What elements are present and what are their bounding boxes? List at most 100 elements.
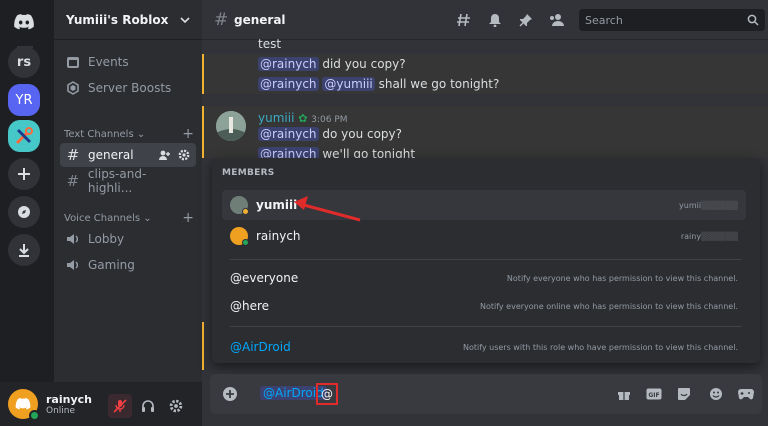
user-mention[interactable]: @rainych <box>258 127 319 141</box>
boost-icon <box>67 81 79 95</box>
user-names[interactable]: rainych Online <box>46 393 92 416</box>
text-channels-category[interactable]: Text Channels ⌄ + <box>64 126 194 142</box>
add-channel-icon[interactable]: + <box>182 126 194 142</box>
sidebar-item-events[interactable]: Events <box>60 50 196 74</box>
gif-icon: GIF <box>646 388 662 400</box>
user-settings-button[interactable] <box>164 394 188 418</box>
gift-icon <box>618 392 630 400</box>
pins-button[interactable] <box>518 12 534 28</box>
member-name: rainych <box>256 229 301 243</box>
member-tag-text: rainy <box>680 231 702 241</box>
avatar <box>230 227 249 246</box>
server-yr[interactable]: YR <box>8 84 40 116</box>
avatar-image <box>216 111 246 141</box>
mention-label: @everyone <box>230 271 299 285</box>
message: @rainych @yumiii shall we go tonight? <box>258 77 499 91</box>
sticker-button[interactable] <box>676 386 692 402</box>
voice-channel-gaming[interactable]: Gaming <box>60 253 196 277</box>
role-option-airdroid[interactable]: @AirDroid Notify users with this role wh… <box>222 332 746 362</box>
plus-circle-icon <box>223 387 237 401</box>
user-mention[interactable]: @rainych <box>258 77 319 91</box>
calendar-icon <box>67 57 79 68</box>
mention-label: @here <box>230 299 270 313</box>
user-mention[interactable]: @rainych <box>258 57 319 71</box>
online-status-dot <box>242 239 249 246</box>
gear-icon[interactable] <box>178 149 190 161</box>
activities-button[interactable] <box>738 386 754 402</box>
user-mention[interactable]: @yumiii <box>322 77 375 91</box>
mention-highlight-bar <box>202 106 204 158</box>
voice-channel-lobby[interactable]: Lobby <box>60 227 196 251</box>
chevron-down-icon: ⌄ <box>136 128 146 140</box>
channel-label: general <box>88 148 134 162</box>
threads-icon <box>457 13 470 27</box>
idle-status-dot <box>242 208 249 215</box>
mic-muted-icon <box>113 399 127 413</box>
message-author[interactable]: yumiii <box>258 111 294 125</box>
pin-icon <box>519 14 532 27</box>
attach-button[interactable] <box>222 386 238 402</box>
download-button[interactable] <box>8 234 40 266</box>
deafen-button[interactable] <box>136 394 160 418</box>
emoji-icon <box>710 388 722 400</box>
add-server-button[interactable] <box>8 158 40 190</box>
chevron-down-icon <box>180 16 190 23</box>
mention-description: Notify everyone who has permission to vi… <box>506 273 738 283</box>
message-text: did you copy? <box>322 57 406 71</box>
sidebar-item-label: Events <box>88 55 129 69</box>
category-label: Voice Channels <box>64 212 141 224</box>
annotation-arrow-icon <box>294 196 361 222</box>
message-text: test <box>258 37 282 51</box>
discord-home-button[interactable] <box>8 6 40 38</box>
username: rainych <box>46 392 92 406</box>
notifications-button[interactable] <box>487 12 503 28</box>
members-icon <box>550 14 564 26</box>
avatar[interactable] <box>8 389 40 421</box>
channel-title: general <box>234 12 286 27</box>
search-input[interactable]: Search <box>579 9 765 31</box>
threads-button[interactable] <box>456 12 472 28</box>
role-description: Notify users with this role who have per… <box>462 342 738 352</box>
sidebar-item-server-boosts[interactable]: Server Boosts <box>60 76 196 100</box>
gift-button[interactable] <box>616 386 632 402</box>
mention-everyone-option[interactable]: @everyone Notify everyone who has permis… <box>222 263 746 293</box>
discord-logo-icon <box>14 14 34 30</box>
channel-header: # general Search <box>202 0 768 40</box>
channel-sidebar: Yumiii's Roblox Events Server Boosts Tex… <box>54 0 202 426</box>
add-user-icon[interactable] <box>158 149 170 161</box>
discord-logo-icon <box>15 398 31 410</box>
mention-highlight-bar <box>202 322 204 370</box>
sidebar-item-label: Server Boosts <box>88 81 172 95</box>
member-list-button[interactable] <box>548 12 564 28</box>
member-tag-text: yumii <box>679 200 702 210</box>
avatar <box>230 196 249 215</box>
server-rs[interactable]: rs <box>8 46 40 78</box>
server-name: Yumiii's Roblox <box>66 12 169 27</box>
role-label: @AirDroid <box>230 340 291 354</box>
mention-here-option[interactable]: @here Notify everyone online who has per… <box>222 291 746 321</box>
download-icon <box>19 244 29 257</box>
add-channel-icon[interactable]: + <box>182 210 194 226</box>
message-input[interactable]: @AirDroid @ GIF <box>210 374 762 414</box>
server-header[interactable]: Yumiii's Roblox <box>54 0 202 40</box>
popup-divider <box>230 259 742 260</box>
message-header: yumiii ✿ 3:06 PM <box>258 111 348 125</box>
mute-button[interactable] <box>108 394 132 418</box>
mention-autocomplete: MEMBERS yumiii yumii▒▒▒▒▒▒ rainych rainy… <box>212 158 760 363</box>
plus-icon <box>18 168 30 180</box>
user-panel: rainych Online <box>0 382 202 426</box>
channel-label: Lobby <box>88 232 125 246</box>
message: @rainych did you copy? <box>258 57 406 71</box>
emoji-button[interactable] <box>708 386 724 402</box>
server-tools[interactable] <box>8 120 40 152</box>
channel-clips[interactable]: # clips-and-highli... <box>60 167 196 195</box>
avatar[interactable] <box>216 111 246 141</box>
search-placeholder: Search <box>585 13 623 27</box>
voice-channels-category[interactable]: Voice Channels ⌄ + <box>64 210 194 226</box>
message-text: do you copy? <box>322 127 403 141</box>
explore-button[interactable] <box>8 196 40 228</box>
gif-button[interactable]: GIF <box>646 386 662 402</box>
input-at-text: @ <box>321 387 333 401</box>
hash-icon: # <box>66 146 80 164</box>
channel-general[interactable]: # general <box>60 143 196 167</box>
